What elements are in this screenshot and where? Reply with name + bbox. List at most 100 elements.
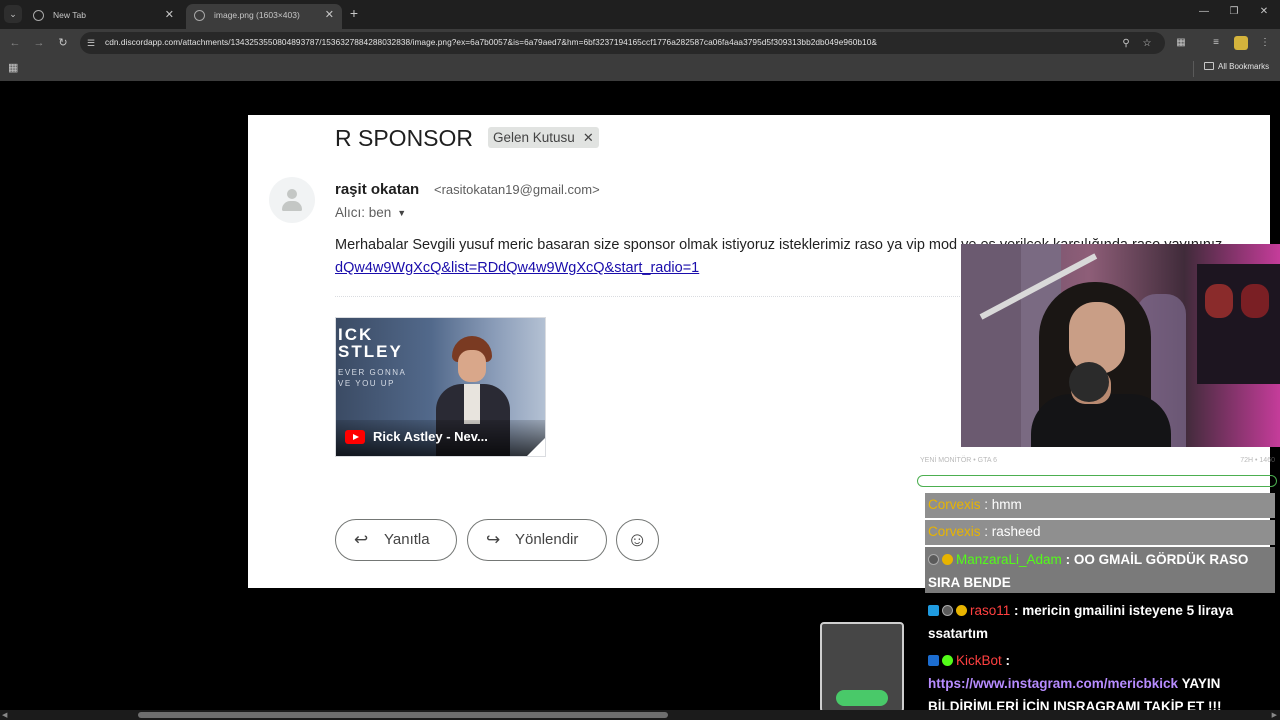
bookmarks-divider (1193, 61, 1194, 77)
reload-icon[interactable]: ↻ (56, 36, 70, 50)
label-remove-icon: ✕ (582, 130, 594, 145)
youtube-video-card: ICK STLEY EVER GONNA VE YOU UP Rick Astley… (335, 317, 546, 457)
smiley-icon: ☺ (627, 529, 648, 551)
scrollbar-thumb[interactable] (138, 712, 668, 718)
screen: ⌄ New Tab ✕ image.png (1603×403) ✕ + — ❐… (0, 0, 1280, 720)
minimize-icon[interactable]: — (1196, 6, 1212, 17)
verified-badge-icon (942, 655, 953, 666)
video-thumbnail-subtitle: EVER GONNA VE YOU UP (338, 367, 406, 389)
person-shirt (464, 384, 480, 424)
tab-close-icon[interactable]: ✕ (165, 8, 174, 21)
inbox-label-text: Gelen Kutusu (493, 130, 575, 145)
moderator-badge-icon (928, 554, 939, 565)
zoom-icon[interactable]: ⚲ (1120, 38, 1132, 50)
email-subject: R SPONSOR (335, 125, 474, 151)
all-bookmarks-label: All Bookmarks (1218, 62, 1270, 71)
chat-username: Corvexis (928, 497, 981, 512)
scroll-right-icon[interactable]: ▶ (1272, 711, 1277, 719)
chat-goal-header: YENİ MONİTÖR • GTA 6 72H • 1460 (920, 457, 1275, 467)
url-text[interactable]: cdn.discordapp.com/attachments/134325355… (105, 37, 877, 47)
chat-text-continued: SIRA BENDE (928, 575, 1011, 590)
chrome-icon (33, 10, 44, 21)
chat-text: : (1005, 653, 1011, 668)
profile-avatar-icon[interactable] (1234, 36, 1248, 50)
moderator-badge-icon (942, 605, 953, 616)
site-info-icon[interactable]: ☰ (87, 38, 97, 48)
caret-down-icon: ▼ (397, 208, 407, 218)
gem-badge-icon (928, 605, 939, 616)
chat-goal-title: YENİ MONİTÖR • GTA 6 (920, 457, 997, 464)
reply-icon: ↩ (354, 530, 369, 549)
horizontal-scrollbar[interactable]: ◀ ▶ (0, 710, 1280, 720)
tab-title: New Tab (53, 10, 86, 20)
tab-search-chevron-down-icon[interactable]: ⌄ (4, 5, 22, 23)
chat-username: KickBot (956, 653, 1002, 668)
video-subtitle-line1: EVER GONNA (338, 368, 407, 377)
chat-message: raso11 : mericin gmailini isteyene 5 lir… (928, 599, 1275, 645)
video-corner-fold (525, 436, 545, 456)
tip-jar-gems (836, 690, 888, 706)
tip-jar-glass (820, 622, 904, 718)
media-icon[interactable]: ≡ (1209, 36, 1223, 50)
email-body-link: dQw4w9WgXcQ&list=RDdQw4w9WgXcQ&start_rad… (335, 260, 700, 276)
wall-poster (961, 244, 1021, 447)
all-bookmarks-button[interactable]: All Bookmarks (1204, 62, 1269, 71)
goal-progress-bar (917, 475, 1277, 487)
chat-message: ManzaraLi_Adam : OO GMAİL GÖRDÜK RASO SI… (928, 548, 1275, 594)
restore-icon[interactable]: ❐ (1226, 6, 1242, 17)
chat-text-continued: YAYIN (1178, 676, 1221, 691)
forward-icon[interactable]: → (32, 36, 46, 50)
tab-title: image.png (1603×403) (214, 10, 300, 20)
sender-avatar (269, 177, 315, 223)
tab-close-icon[interactable]: ✕ (325, 8, 334, 21)
webcam-overlay (961, 244, 1280, 447)
forward-label: Yönlendir (515, 531, 579, 548)
tab-image-png[interactable]: image.png (1603×403) ✕ (186, 4, 342, 29)
forward-arrow-icon: ↪ (486, 530, 501, 549)
sender-email: <rasitokatan19@gmail.com> (434, 182, 600, 197)
chat-message: Corvexis : rasheed (928, 520, 1041, 543)
sender-name: raşit okatan (335, 181, 420, 198)
chat-text: : mericin gmailini isteyene 5 liraya (1014, 603, 1234, 618)
recipient-line: Alıcı: ben ▼ (335, 205, 406, 220)
youtube-logo-icon (345, 430, 365, 444)
bookmarks-bar: ▦ All Bookmarks (0, 57, 1280, 81)
inbox-label-chip: Gelen Kutusu ✕ (488, 127, 599, 148)
puzzle-icon[interactable]: ▦ (1174, 36, 1188, 50)
recipient-text: Alıcı: ben (335, 205, 392, 220)
new-tab-plus-icon[interactable]: + (346, 6, 362, 22)
chat-text-continued: ssatartım (928, 626, 989, 641)
chat-username: ManzaraLi_Adam (956, 552, 1062, 567)
back-icon[interactable]: ← (8, 36, 22, 50)
window-close-icon[interactable]: ✕ (1256, 6, 1272, 17)
chat-goal-count: 72H • 1460 (1240, 457, 1275, 464)
tab-strip: ⌄ New Tab ✕ image.png (1603×403) ✕ + — ❐… (0, 0, 1280, 29)
avatar-head (287, 189, 297, 199)
chat-text: : hmm (984, 497, 1022, 512)
video-thumbnail-title: ICK STLEY (338, 326, 403, 360)
chat-username: raso11 (970, 603, 1011, 618)
chat-text: : rasheed (984, 524, 1041, 539)
video-subtitle-line2: VE YOU UP (338, 379, 395, 388)
reply-button: ↩ Yanıtla (335, 519, 457, 561)
reply-label: Yanıtla (384, 531, 430, 548)
tab-new-tab[interactable]: New Tab ✕ (25, 4, 182, 29)
person-face (458, 350, 486, 382)
video-caption: Rick Astley - Nev... (373, 429, 488, 444)
chat-link: https://www.instagram.com/mericbkick (928, 676, 1179, 691)
more-vert-icon[interactable]: ⋮ (1258, 36, 1272, 50)
apps-grid-icon[interactable]: ▦ (8, 62, 20, 74)
star-icon[interactable]: ☆ (1141, 38, 1153, 50)
figure-head (1205, 284, 1233, 318)
folder-icon (1204, 62, 1214, 70)
avatar-body (282, 201, 302, 211)
address-bar[interactable]: ☰ cdn.discordapp.com/attachments/1343253… (80, 32, 1165, 54)
figure-shelf (1197, 264, 1280, 384)
chat-username: Corvexis (928, 524, 981, 539)
browser-toolbar: ← → ↻ ☰ cdn.discordapp.com/attachments/1… (0, 29, 1280, 57)
forward-button: ↪ Yönlendir (467, 519, 607, 561)
scroll-left-icon[interactable]: ◀ (2, 711, 7, 719)
chat-message: Corvexis : hmm (928, 493, 1022, 516)
bot-badge-icon (928, 655, 939, 666)
streamer (1031, 274, 1171, 447)
